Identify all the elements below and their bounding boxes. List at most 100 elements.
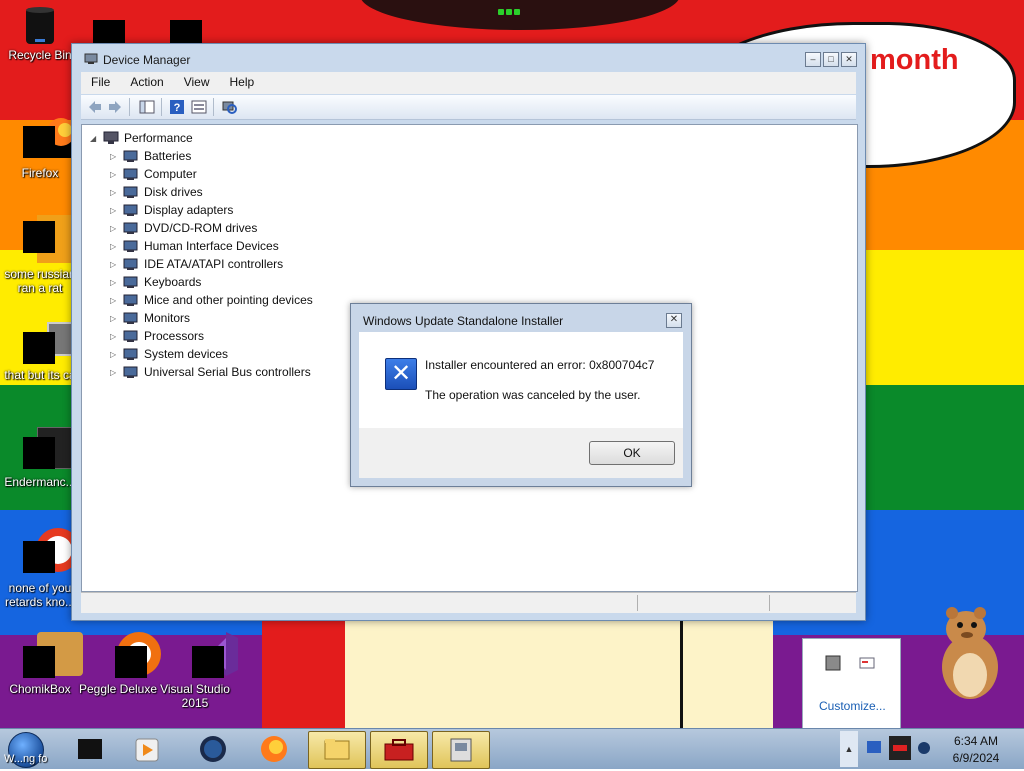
visual-studio-icon [178,632,238,678]
tree-item[interactable]: ▷ Processors [110,327,204,345]
expand-icon[interactable]: ▷ [110,242,120,251]
expand-icon[interactable]: ▷ [110,278,120,287]
scan-hardware-icon[interactable] [221,99,237,115]
tree-item-label: Batteries [144,149,192,163]
desktop-icon-app[interactable]: none of you retards kno... [0,527,80,609]
expand-icon[interactable]: ▷ [110,152,120,161]
desktop-icon-app[interactable]: some russian ran a rat [0,215,85,295]
tree-item[interactable]: ▷ Keyboards [110,273,201,291]
menu-file[interactable]: File [81,72,120,94]
tree-item[interactable]: ▷ Mice and other pointing devices [110,291,313,309]
device-manager-taskbar-button[interactable] [432,731,490,769]
tree-item-label: Display adapters [144,203,234,217]
ok-button[interactable]: OK [589,441,675,465]
tree-item[interactable]: ▷ Display adapters [110,201,233,219]
app-icon [23,215,85,263]
menu-action[interactable]: Action [120,72,173,94]
minimize-button[interactable]: – [805,52,821,67]
battery-icon [123,150,138,162]
tree-item-label: System devices [144,347,229,361]
wallpaper-creature-arm [680,620,773,730]
ide-controller-icon [123,258,138,270]
tree-item[interactable]: ▷ Batteries [110,147,191,165]
tree-item[interactable]: ▷ System devices [110,345,228,363]
media-player-icon[interactable] [120,731,176,767]
desktop-icon-chomikbox[interactable]: ChomikBox [0,632,83,696]
tree-item-label: Human Interface Devices [144,239,279,253]
app-icon [23,322,81,364]
dialog-body: ✕ Installer encountered an error: 0x8007… [359,332,683,428]
desktop-icon-recycle-bin[interactable]: Recycle Bin [0,6,80,62]
expand-icon[interactable]: ▷ [110,188,120,197]
show-hide-tree-icon[interactable] [139,99,155,115]
desktop-icon-app[interactable]: that but its ca [0,322,81,382]
tree-item-label: IDE ATA/ATAPI controllers [144,257,284,271]
volume-icon[interactable] [916,739,932,757]
error-dialog[interactable]: Windows Update Standalone Installer ✕ ✕ … [350,303,692,487]
tray-overflow-popup[interactable]: Customize... [802,638,901,730]
dialog-title: Windows Update Standalone Installer [363,314,564,328]
tree-root[interactable]: ◢ Performance [90,129,193,147]
forward-arrow-icon[interactable] [107,99,123,115]
window-titlebar[interactable]: Device Manager – □ ✕ [72,44,865,72]
desktop-icon-visual-studio[interactable]: Visual Studio 2015 [155,632,238,710]
tree-item[interactable]: ▷ Disk drives [110,183,203,201]
expand-icon[interactable]: ▷ [110,350,120,359]
tree-item[interactable]: ▷ Human Interface Devices [110,237,279,255]
menu-view[interactable]: View [174,72,220,94]
desktop-icon-firefox[interactable]: Firefox [0,112,80,180]
expand-icon[interactable]: ▷ [110,368,120,377]
desktop-icon-app[interactable]: Endermanc... [0,427,87,489]
desktop-icon-peggle[interactable]: Peggle Deluxe [78,632,161,696]
properties-icon[interactable] [191,99,207,115]
taskbar-recycle-app-icon[interactable] [62,731,118,767]
device-manager-taskbar-icon [450,738,472,762]
menu-bar: File Action View Help [81,72,856,94]
tree-item[interactable]: ▷ Monitors [110,309,190,327]
tray-app-icon[interactable] [825,655,841,671]
maximize-button[interactable]: □ [823,52,839,67]
dialog-footer: OK [359,428,683,478]
tray-clock[interactable]: 6:34 AM 6/9/2024 [936,733,1016,767]
customize-link[interactable]: Customize... [819,699,886,713]
tray-message-icon[interactable] [859,655,875,671]
menu-help[interactable]: Help [220,72,265,94]
disk-drive-icon [123,186,138,198]
globe-app-icon[interactable] [185,731,241,767]
help-icon[interactable]: ? [169,99,185,115]
tree-item[interactable]: ▷ Universal Serial Bus controllers [110,363,311,381]
tree-item[interactable]: ▷ DVD/CD-ROM drives [110,219,257,237]
dvd-drive-icon [123,222,138,234]
system-device-icon [123,348,138,360]
app-icon [23,427,87,469]
dialog-close-button[interactable]: ✕ [666,313,682,328]
expand-icon[interactable]: ▷ [110,314,120,323]
device-manager-icon [84,53,98,64]
expand-icon[interactable]: ▷ [110,206,120,215]
clock-date: 6/9/2024 [952,751,1000,765]
expand-icon[interactable]: ▷ [110,170,120,179]
toolbox-taskbar-button[interactable] [370,731,428,769]
desktop-icon-label: some russian ran a rat [4,267,76,295]
network-icon[interactable] [866,739,882,757]
processor-icon [123,330,138,342]
expand-icon[interactable]: ▷ [110,332,120,341]
desktop-icon-label: Firefox [21,166,59,180]
expand-icon[interactable]: ▷ [110,260,120,269]
chevron-up-icon: ▲ [844,744,854,754]
folder-icon [324,739,350,760]
firefox-taskbar-icon[interactable] [246,731,302,767]
show-hidden-icons-button[interactable]: ▲ [840,731,858,767]
tree-item[interactable]: ▷ IDE ATA/ATAPI controllers [110,255,283,273]
close-button[interactable]: ✕ [841,52,857,67]
expand-icon[interactable]: ▷ [110,224,120,233]
tree-item[interactable]: ▷ Computer [110,165,197,183]
back-arrow-icon[interactable] [87,99,103,115]
desktop-icon-label: Visual Studio 2015 [160,682,230,710]
collapse-icon[interactable]: ◢ [90,134,100,143]
tray-red-app-icon[interactable] [888,735,912,761]
expand-icon[interactable]: ▷ [110,296,120,305]
hamster-icon[interactable] [930,605,1010,705]
explorer-taskbar-button[interactable] [308,731,366,769]
usb-icon [123,366,138,378]
